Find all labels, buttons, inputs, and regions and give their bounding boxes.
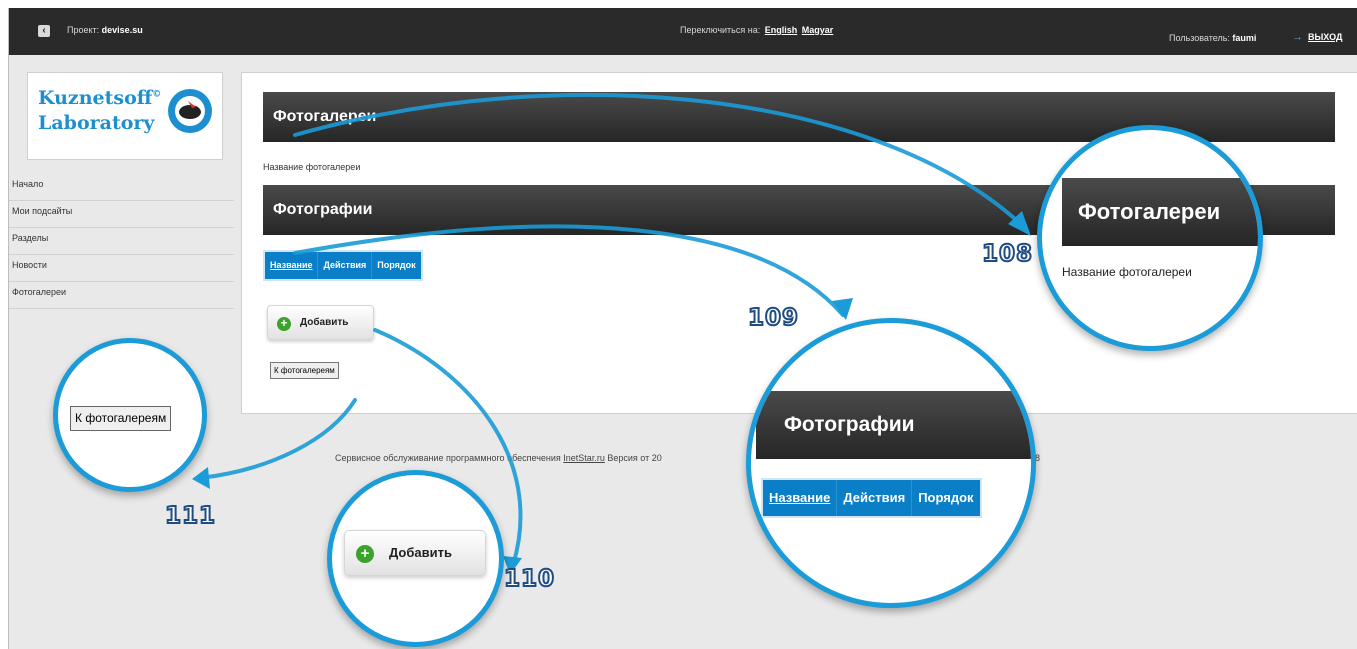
zoom-column-tabs: Название Действия Порядок	[761, 478, 982, 518]
zoom-galleries-header: Фотогалереи	[1062, 178, 1258, 246]
zoom-add-button: + Добавить	[344, 530, 486, 576]
zoom-gallery-name-label: Название фотогалереи	[1062, 265, 1192, 279]
zoom-callout-back: К фотогалереям	[53, 338, 207, 492]
callout-number-111: 111	[164, 502, 217, 530]
zoom-tab-name: Название	[763, 480, 838, 516]
callout-number-110: 110	[503, 565, 556, 593]
zoom-add-label: Добавить	[389, 545, 452, 560]
zoom-tab-actions: Действия	[837, 480, 913, 516]
arrow-109	[293, 224, 845, 317]
zoom-callout-add: + Добавить	[327, 470, 504, 647]
zoom-tab-order: Порядок	[918, 490, 974, 505]
arrow-108	[293, 92, 1027, 230]
arrow-111	[198, 398, 357, 480]
zoom-back-button: К фотогалереям	[70, 406, 172, 431]
callout-number-109: 109	[747, 304, 800, 332]
arrowhead-111	[192, 467, 210, 489]
zoom-photos-header: Фотографии	[756, 391, 1031, 459]
zoom-plus-icon: +	[356, 545, 374, 563]
callout-number-108: 108	[981, 240, 1034, 268]
zoom-callout-galleries: Фотогалереи Название фотогалереи	[1037, 125, 1263, 351]
zoom-callout-photos: Фотографии Название Действия Порядок	[746, 318, 1036, 608]
